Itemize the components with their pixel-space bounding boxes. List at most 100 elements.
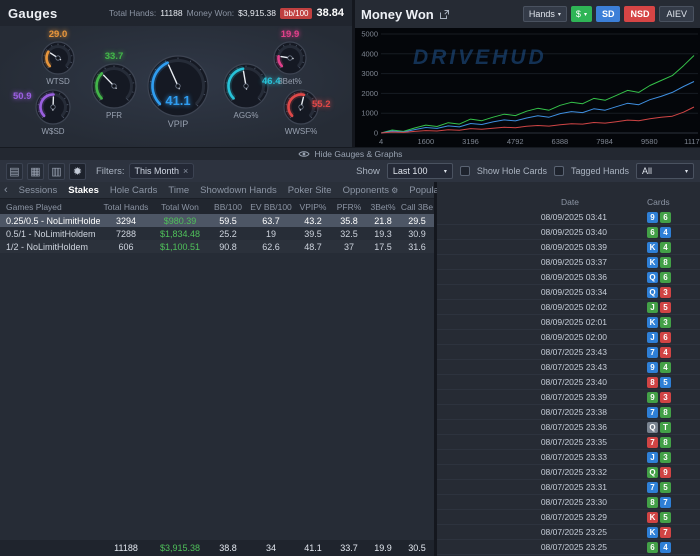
table-row[interactable]: 0.5/1 - NoLimitHoldem 7288 $1,834.48 25.2 19…	[0, 227, 434, 240]
date-column-header[interactable]: Date	[437, 197, 607, 207]
aiev-button[interactable]: AIEV	[659, 6, 694, 22]
hand-date: 08/07/2025 23:39	[540, 392, 607, 402]
nsd-button[interactable]: NSD	[624, 6, 656, 22]
filter-bar-right: Show Last 100 ▾ Show Hole Cards Tagged H…	[356, 163, 694, 179]
svg-text:5000: 5000	[361, 30, 378, 39]
show-last-select[interactable]: Last 100 ▾	[386, 163, 453, 179]
column-header[interactable]: BB/100	[208, 202, 248, 212]
column-header[interactable]: Total Won	[152, 202, 208, 212]
column-header[interactable]: VPIP%	[294, 202, 332, 212]
column-header[interactable]: Call 3Be	[400, 202, 434, 212]
card-chip: 5	[660, 481, 671, 493]
table-row[interactable]: 0.25/0.5 - NoLimitHoldem 3294 $980.39 59.5 6…	[0, 214, 434, 227]
hand-row[interactable]: 08/07/2025 23:43 9 4	[437, 360, 700, 375]
column-header[interactable]: PFR%	[332, 202, 366, 212]
money-mode-select[interactable]: $ ▾	[570, 6, 592, 22]
hide-gauges-bar[interactable]: Hide Gauges & Graphs	[0, 147, 700, 160]
totals-cell: 19.9	[374, 543, 392, 553]
column-header[interactable]: 3Bet%	[366, 202, 400, 212]
column-header[interactable]: Total Hands	[100, 202, 152, 212]
hand-row[interactable]: 08/09/2025 03:34 Q 3	[437, 285, 700, 300]
hand-cards: J5	[647, 301, 671, 313]
hand-row[interactable]: 08/09/2025 03:39 K 4	[437, 240, 700, 255]
hand-row[interactable]: 08/09/2025 03:40 6 4	[437, 225, 700, 240]
table-cell: 606	[118, 241, 134, 252]
gauges-panel: Gauges Total Hands: 11188 Money Won: $3,…	[0, 0, 352, 147]
hud-settings-icon[interactable]: ✹	[69, 162, 86, 180]
hand-row[interactable]: 08/09/2025 03:41 9 6	[437, 210, 700, 225]
grid-small-icon[interactable]: ▦	[27, 162, 44, 180]
table-cell: $1,834.48	[159, 228, 201, 239]
svg-text:3196: 3196	[462, 137, 479, 146]
tab-time[interactable]: Time	[168, 185, 189, 196]
column-header[interactable]: EV BB/100	[248, 202, 294, 212]
hand-row[interactable]: 08/09/2025 02:01 K 3	[437, 315, 700, 330]
gauge-3bet: 19.9 3Bet%	[272, 29, 308, 86]
hand-row[interactable]: 08/07/2025 23:36 Q T	[437, 420, 700, 435]
popout-icon[interactable]	[439, 9, 450, 20]
tabs-scroll-left[interactable]: ‹	[4, 184, 8, 196]
card-chip: 6	[647, 226, 658, 238]
tab-hole-cards[interactable]: Hole Cards	[110, 185, 158, 196]
card-chip: K	[647, 256, 658, 268]
tab-poker-site[interactable]: Poker Site	[288, 185, 332, 196]
hand-row[interactable]: 08/07/2025 23:31 7 5	[437, 480, 700, 495]
close-icon[interactable]: ×	[183, 166, 188, 176]
tab-showdown-hands[interactable]: Showdown Hands	[200, 185, 277, 196]
hands-mode-select[interactable]: Hands ▾	[522, 6, 567, 22]
tagged-hands-checkbox[interactable]	[553, 166, 564, 176]
hand-row[interactable]: 08/07/2025 23:39 9 3	[437, 390, 700, 405]
hand-row[interactable]: 08/07/2025 23:32 Q 9	[437, 465, 700, 480]
hand-row[interactable]: 08/09/2025 02:00 J 6	[437, 330, 700, 345]
hand-row[interactable]: 08/09/2025 03:37 K 8	[437, 255, 700, 270]
hand-row[interactable]: 08/09/2025 02:02 J 5	[437, 300, 700, 315]
totals-cell: 34	[265, 543, 276, 553]
gauge-value: 33.7	[104, 51, 124, 62]
tab-sessions[interactable]: Sessions	[19, 185, 58, 196]
gauges-area: 29.0 WTSD 50.9 W$SD 33.7 PFR 41.1 VPIP 46.4 AGG% 1…	[0, 26, 352, 147]
cards-column-header[interactable]: Cards	[647, 197, 670, 207]
column-header[interactable]: Games Played	[0, 202, 100, 212]
card-chip: Q	[647, 421, 658, 433]
tabs-bar: ‹ Sessions Stakes Hole Cards Time Showdown H…	[0, 182, 469, 199]
hand-cards: Q6	[647, 271, 671, 283]
hand-row[interactable]: 08/07/2025 23:38 7 8	[437, 405, 700, 420]
gauge-value: 50.9	[13, 91, 32, 102]
hand-row[interactable]: 08/07/2025 23:43 7 4	[437, 345, 700, 360]
hand-row[interactable]: 08/07/2025 23:40 8 5	[437, 375, 700, 390]
hand-row[interactable]: 08/09/2025 03:36 Q 6	[437, 270, 700, 285]
tab-stakes[interactable]: Stakes	[68, 185, 99, 196]
tagged-filter-select[interactable]: All ▾	[636, 163, 694, 179]
hand-cards: 85	[647, 376, 671, 388]
show-hole-cards-checkbox[interactable]	[459, 166, 470, 176]
hand-row[interactable]: 08/07/2025 23:29 K 5	[437, 510, 700, 525]
table-cell: 90.8	[219, 241, 237, 252]
table-row[interactable]: 1/2 - NoLimitHoldem 606 $1,100.51 90.8 62.6 4…	[0, 240, 434, 253]
hand-row[interactable]: 08/07/2025 23:35 7 8	[437, 435, 700, 450]
hand-date: 08/07/2025 23:25	[540, 542, 607, 552]
hand-row[interactable]: 08/07/2025 23:25 K 7	[437, 525, 700, 540]
hand-date: 08/07/2025 23:40	[540, 377, 607, 387]
gauges-panel-header: Gauges Total Hands: 11188 Money Won: $3,…	[0, 0, 352, 26]
hand-row[interactable]: 08/07/2025 23:25 6 4	[437, 540, 700, 555]
grid-large-icon[interactable]: ▥	[48, 162, 65, 180]
hand-date: 08/09/2025 03:36	[540, 272, 607, 282]
tab-opponents[interactable]: Opponents ⚙	[343, 185, 399, 196]
totals-cell: $3,915.38	[159, 543, 201, 553]
card-chip: J	[647, 451, 658, 463]
replayer-icon[interactable]: ▤	[6, 162, 23, 180]
sd-button[interactable]: SD	[595, 6, 621, 22]
hand-row[interactable]: 08/07/2025 23:30 8 7	[437, 495, 700, 510]
svg-text:6388: 6388	[552, 137, 569, 146]
gauge-agg: 46.4 AGG%	[222, 62, 281, 120]
tagged-hands-label: Tagged Hands	[570, 166, 629, 176]
caret-icon: ▾	[684, 168, 688, 175]
filter-chip-this-month[interactable]: This Month ×	[128, 163, 195, 179]
card-chip: J	[647, 301, 658, 313]
hand-date: 08/09/2025 03:40	[540, 227, 607, 237]
hand-date: 08/07/2025 23:25	[540, 527, 607, 537]
card-chip: 7	[647, 406, 658, 418]
hand-cards: K4	[647, 241, 671, 253]
hand-row[interactable]: 08/07/2025 23:33 J 3	[437, 450, 700, 465]
gauge-label: PFR	[106, 111, 122, 120]
